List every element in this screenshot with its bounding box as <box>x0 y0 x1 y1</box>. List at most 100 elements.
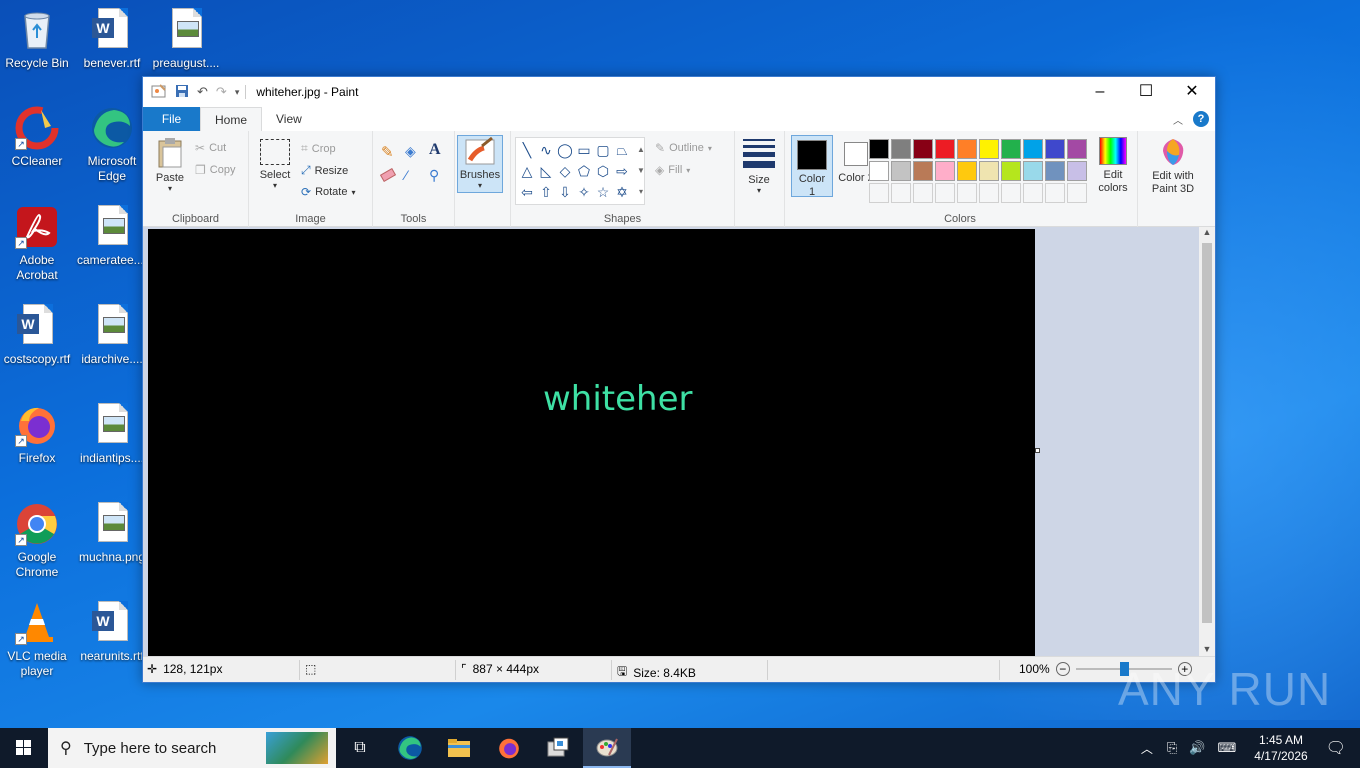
palette-color-swatch[interactable] <box>935 161 955 181</box>
paste-button[interactable]: Paste ▾ <box>151 137 189 193</box>
line-shape-icon[interactable]: ╲ <box>518 140 536 160</box>
rounded-rectangle-shape-icon[interactable]: ▢ <box>594 140 612 160</box>
polygon-shape-icon[interactable]: ⏢ <box>613 140 631 160</box>
palette-color-swatch[interactable] <box>913 139 933 159</box>
palette-color-swatch[interactable] <box>1001 161 1021 181</box>
palette-color-swatch[interactable] <box>935 139 955 159</box>
task-view-button[interactable]: ⧉ <box>336 728 384 768</box>
desktop-icon-firefox[interactable]: ↗ Firefox <box>1 403 73 466</box>
palette-color-swatch[interactable] <box>957 139 977 159</box>
oval-shape-icon[interactable]: ◯ <box>556 140 574 160</box>
redo-icon[interactable]: ↷ <box>216 84 227 100</box>
help-icon[interactable]: ? <box>1193 111 1209 127</box>
brushes-button[interactable]: Brushes ▾ <box>457 135 503 193</box>
rectangle-shape-icon[interactable]: ▭ <box>575 140 593 160</box>
palette-color-swatch[interactable] <box>1067 139 1087 159</box>
desktop-icon-costscopy[interactable]: W costscopy.rtf <box>1 304 73 367</box>
cut-button[interactable]: ✂ Cut <box>195 141 226 155</box>
minimize-ribbon-icon[interactable]: ︿ <box>1173 112 1183 127</box>
desktop-icon-benever[interactable]: W benever.rtf <box>76 8 148 71</box>
diamond-shape-icon[interactable]: ◇ <box>556 161 574 181</box>
desktop-icon-muchna[interactable]: muchna.png <box>76 502 148 565</box>
select-button[interactable]: Select ▾ <box>257 137 293 190</box>
desktop-icon-indiantips[interactable]: indiantips.... <box>76 403 148 466</box>
select-dropdown-icon[interactable]: ▾ <box>257 181 293 190</box>
desktop-icon-recycle-bin[interactable]: Recycle Bin <box>1 8 73 71</box>
palette-color-swatch[interactable] <box>913 161 933 181</box>
expand-shapes-icon[interactable]: ▾ <box>632 182 650 202</box>
palette-color-swatch[interactable] <box>1045 161 1065 181</box>
text-icon[interactable]: A <box>429 141 441 159</box>
down-arrow-shape-icon[interactable]: ⇩ <box>556 182 574 202</box>
custom-color-slot[interactable] <box>1023 183 1043 203</box>
outline-button[interactable]: ✎ Outline ▾ <box>655 141 712 155</box>
scroll-up-arrow-icon[interactable]: ▲ <box>1199 227 1215 241</box>
palette-color-swatch[interactable] <box>869 161 889 181</box>
color-picker-icon[interactable]: ⁄ <box>405 167 407 183</box>
save-icon[interactable] <box>175 84 189 101</box>
palette-color-swatch[interactable] <box>979 139 999 159</box>
start-button[interactable] <box>0 728 48 768</box>
triangle-shape-icon[interactable]: △ <box>518 161 536 181</box>
palette-color-swatch[interactable] <box>957 161 977 181</box>
tab-file[interactable]: File <box>143 107 200 131</box>
desktop-icon-preaugust[interactable]: preaugust.... <box>150 8 222 71</box>
six-point-star-shape-icon[interactable]: ✡ <box>613 182 631 202</box>
pentagon-shape-icon[interactable]: ⬠ <box>575 161 593 181</box>
palette-color-swatch[interactable] <box>1045 139 1065 159</box>
zoom-out-icon[interactable]: − <box>1055 662 1070 676</box>
palette-color-swatch[interactable] <box>1001 139 1021 159</box>
custom-color-slot[interactable] <box>869 183 889 203</box>
custom-color-slot[interactable] <box>913 183 933 203</box>
desktop-icon-cameratee[interactable]: cameratee.... <box>76 205 148 268</box>
color1-button[interactable]: Color 1 <box>791 135 833 198</box>
ime-icon[interactable]: ⌨ <box>1218 740 1237 756</box>
scrollbar-thumb[interactable] <box>1202 243 1212 623</box>
edit-with-paint3d-button[interactable]: Edit with Paint 3D <box>1144 137 1202 196</box>
right-arrow-shape-icon[interactable]: ⇨ <box>613 161 631 181</box>
clock[interactable]: 1:45 AM 4/17/2026 <box>1254 732 1307 764</box>
left-arrow-shape-icon[interactable]: ⇦ <box>518 182 536 202</box>
maximize-button[interactable]: ☐ <box>1123 77 1169 107</box>
hexagon-shape-icon[interactable]: ⬡ <box>594 161 612 181</box>
desktop-icon-nearunits[interactable]: W nearunits.rtf <box>76 601 148 664</box>
custom-color-slot[interactable] <box>957 183 977 203</box>
up-arrow-shape-icon[interactable]: ⇧ <box>537 182 555 202</box>
custom-color-slot[interactable] <box>935 183 955 203</box>
custom-color-slot[interactable] <box>891 183 911 203</box>
crop-button[interactable]: ⌗ Crop <box>301 141 336 156</box>
desktop-icon-vlc[interactable]: ↗ VLC media player <box>1 601 73 679</box>
minimize-button[interactable]: – <box>1077 77 1123 107</box>
show-hidden-icons-icon[interactable]: ︿ <box>1141 740 1153 757</box>
customize-qat-icon[interactable]: ▾ <box>235 87 240 98</box>
custom-color-slot[interactable] <box>1001 183 1021 203</box>
palette-color-swatch[interactable] <box>979 161 999 181</box>
taskbar-firefox[interactable] <box>485 728 533 768</box>
palette-color-swatch[interactable] <box>869 139 889 159</box>
size-button[interactable]: Size ▾ <box>741 137 777 195</box>
five-point-star-shape-icon[interactable]: ☆ <box>594 182 612 202</box>
volume-icon[interactable]: 🔊 <box>1189 740 1205 756</box>
desktop-icon-idarchive[interactable]: idarchive.... <box>76 304 148 367</box>
palette-color-swatch[interactable] <box>891 139 911 159</box>
resize-button[interactable]: ⤢ Resize <box>301 163 348 178</box>
custom-color-slot[interactable] <box>1045 183 1065 203</box>
four-point-star-shape-icon[interactable]: ✧ <box>575 182 593 202</box>
desktop-icon-adobe-acrobat[interactable]: ↗ Adobe Acrobat <box>1 205 73 283</box>
close-button[interactable]: ✕ <box>1169 77 1215 107</box>
desktop-icon-ccleaner[interactable]: ↗ CCleaner <box>1 106 73 169</box>
taskbar-app[interactable] <box>534 728 582 768</box>
image-canvas[interactable]: whiteher <box>148 229 1035 658</box>
undo-icon[interactable]: ↶ <box>197 84 208 100</box>
copy-button[interactable]: ❐ Copy <box>195 163 235 177</box>
network-icon[interactable]: ⎘ <box>1167 740 1177 756</box>
tab-view[interactable]: View <box>262 107 316 131</box>
vertical-scrollbar[interactable]: ▲ ▼ <box>1199 227 1215 658</box>
curve-shape-icon[interactable]: ∿ <box>537 140 555 160</box>
resize-handle[interactable] <box>1035 448 1040 453</box>
palette-color-swatch[interactable] <box>1067 161 1087 181</box>
rotate-button[interactable]: ⟳ Rotate ▾ <box>301 185 356 199</box>
fill-button[interactable]: ◈ Fill ▾ <box>655 163 690 177</box>
notifications-icon[interactable]: 🗨 <box>1326 738 1346 758</box>
taskbar-paint[interactable] <box>583 728 631 768</box>
